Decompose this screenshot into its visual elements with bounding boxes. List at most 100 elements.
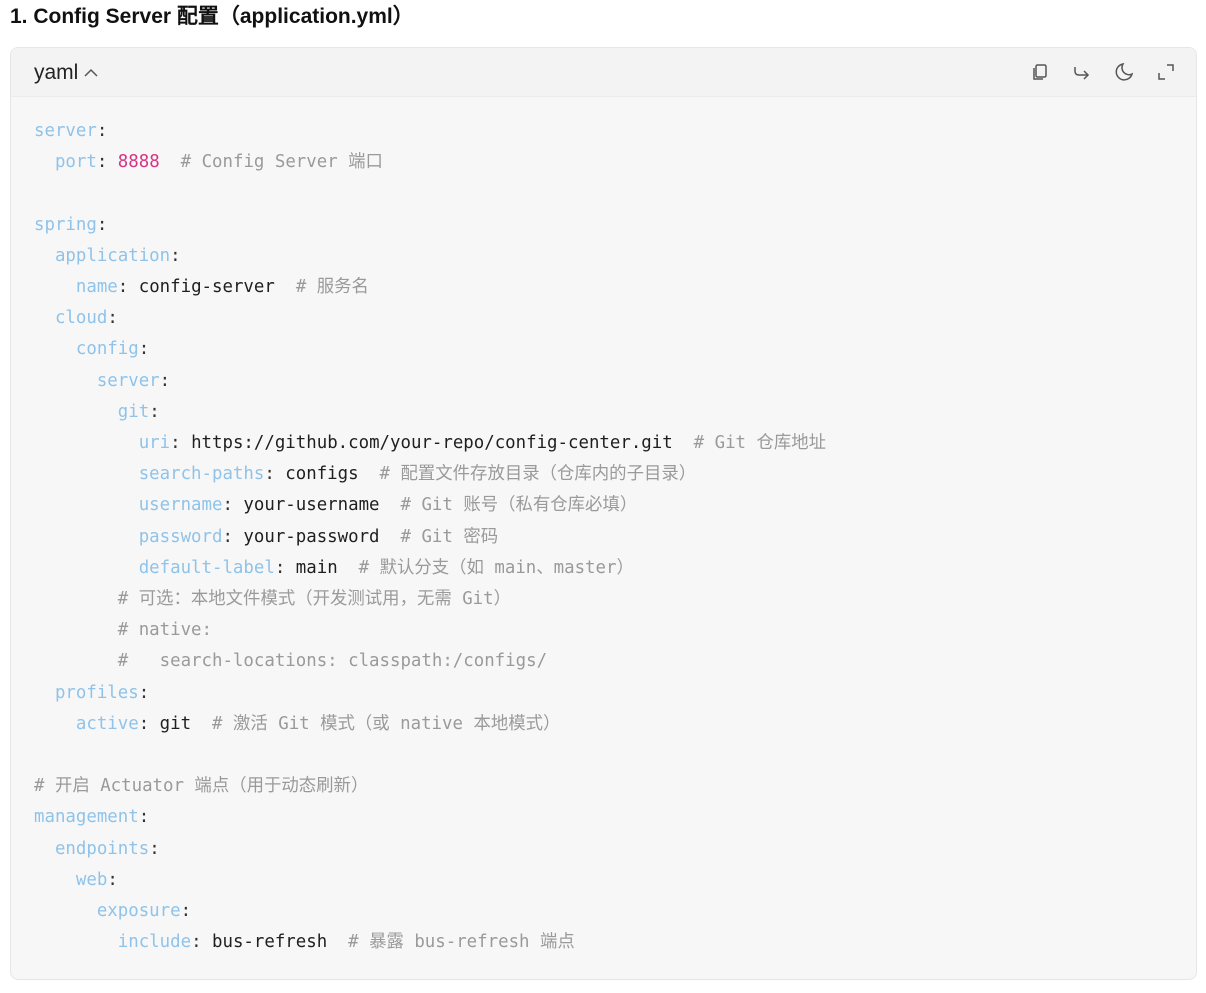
yaml-comment: # Config Server 端口 <box>180 152 383 173</box>
yaml-punct <box>338 558 359 578</box>
yaml-key: uri <box>138 433 171 454</box>
yaml-punct: : <box>107 308 118 329</box>
yaml-comment: # Git 账号（私有仓库必填） <box>400 495 638 516</box>
yaml-punct <box>34 651 118 671</box>
theme-toggle-button[interactable] <box>1112 60 1136 84</box>
yaml-punct <box>34 433 139 453</box>
yaml-punct <box>359 464 380 484</box>
yaml-punct <box>34 339 76 359</box>
yaml-key: git <box>117 401 150 422</box>
language-toggle[interactable]: yaml <box>34 60 98 86</box>
yaml-key: server <box>96 370 160 391</box>
code-line: # native: <box>34 615 826 646</box>
code-line: config: <box>34 334 826 365</box>
yaml-key: exposure <box>96 901 181 922</box>
yaml-comment: # native: <box>117 620 212 641</box>
yaml-punct: : <box>96 152 118 173</box>
yaml-key: username <box>138 495 223 516</box>
yaml-punct: : <box>107 869 118 890</box>
yaml-punct: : <box>191 932 213 953</box>
yaml-value: bus-refresh <box>212 932 328 953</box>
yaml-key: search-paths <box>138 464 265 485</box>
yaml-key: default-label <box>138 557 275 578</box>
code-line: cloud: <box>34 303 826 334</box>
yaml-punct <box>34 527 139 547</box>
yaml-value: your-password <box>243 526 380 547</box>
code-line: # 可选：本地文件模式（开发测试用，无需 Git） <box>34 584 826 615</box>
code-line: server: <box>34 366 826 397</box>
yaml-key: profiles <box>54 682 139 703</box>
yaml-value: config-server <box>138 277 275 298</box>
yaml-value: configs <box>285 464 359 485</box>
code-line: endpoints: <box>34 834 826 865</box>
yaml-key: name <box>75 277 118 298</box>
yaml-punct: : <box>222 526 244 547</box>
yaml-comment: # 激活 Git 模式（或 native 本地模式） <box>212 713 561 734</box>
share-icon <box>1074 67 1090 80</box>
expand-button[interactable] <box>1154 60 1178 84</box>
yaml-punct <box>191 714 212 734</box>
share-button[interactable] <box>1070 60 1094 84</box>
yaml-punct <box>34 839 55 859</box>
yaml-punct <box>34 464 139 484</box>
yaml-value: your-username <box>243 495 380 516</box>
copy-button[interactable] <box>1028 60 1052 84</box>
yaml-punct: : <box>149 838 160 859</box>
code-content: server: port: 8888 # Config Server 端口 sp… <box>34 116 826 958</box>
yaml-comment: # 开启 Actuator 端点（用于动态刷新） <box>34 776 369 797</box>
yaml-key: endpoints <box>54 838 150 859</box>
code-line: web: <box>34 865 826 896</box>
yaml-key: config <box>75 339 139 360</box>
language-label: yaml <box>34 61 79 84</box>
yaml-punct <box>34 901 97 921</box>
yaml-key: include <box>117 932 192 953</box>
yaml-punct <box>34 402 118 422</box>
yaml-punct: : <box>170 433 192 454</box>
code-line: name: config-server # 服务名 <box>34 272 826 303</box>
yaml-punct <box>34 683 55 703</box>
yaml-value: git <box>159 713 192 734</box>
yaml-punct: : <box>138 682 150 703</box>
yaml-comment: # Git 仓库地址 <box>693 433 827 454</box>
code-line: include: bus-refresh # 暴露 bus-refresh 端点 <box>34 927 826 958</box>
yaml-comment: # 服务名 <box>295 277 369 298</box>
section-heading: 1. Config Server 配置（application.yml） <box>10 5 414 28</box>
yaml-punct <box>34 277 76 297</box>
yaml-punct <box>34 714 76 734</box>
yaml-number: 8888 <box>117 152 160 173</box>
yaml-punct: : <box>170 245 181 266</box>
yaml-comment: # 配置文件存放目录（仓库内的子目录） <box>379 464 697 485</box>
code-line: default-label: main # 默认分支（如 main、master… <box>34 553 826 584</box>
yaml-punct <box>34 558 139 578</box>
yaml-punct: : <box>274 557 296 578</box>
yaml-key: port <box>54 152 97 173</box>
code-line: spring: <box>34 210 826 241</box>
yaml-punct: : <box>264 464 286 485</box>
yaml-comment: # Git 密码 <box>400 526 499 547</box>
yaml-punct: : <box>138 807 150 828</box>
copy-icon <box>1033 64 1047 80</box>
code-line: port: 8888 # Config Server 端口 <box>34 147 826 178</box>
code-line: # search-locations: classpath:/configs/ <box>34 646 826 677</box>
yaml-punct <box>160 152 181 172</box>
yaml-key: web <box>75 869 108 890</box>
yaml-punct <box>34 495 139 515</box>
code-line: server: <box>34 116 826 147</box>
yaml-key: server <box>34 121 97 141</box>
yaml-punct <box>327 932 348 952</box>
yaml-key: cloud <box>54 308 108 329</box>
yaml-punct <box>34 246 55 266</box>
code-line: password: your-password # Git 密码 <box>34 522 826 553</box>
code-line: uri: https://github.com/your-repo/config… <box>34 428 826 459</box>
yaml-punct <box>34 589 118 609</box>
yaml-key: active <box>75 713 139 734</box>
yaml-punct <box>34 152 55 172</box>
yaml-key: management <box>34 807 139 828</box>
yaml-punct: : <box>138 339 150 360</box>
code-toolbar <box>1028 60 1178 84</box>
yaml-comment: # search-locations: classpath:/configs/ <box>117 651 548 672</box>
code-line: exposure: <box>34 896 826 927</box>
yaml-comment: # 可选：本地文件模式（开发测试用，无需 Git） <box>117 589 512 610</box>
